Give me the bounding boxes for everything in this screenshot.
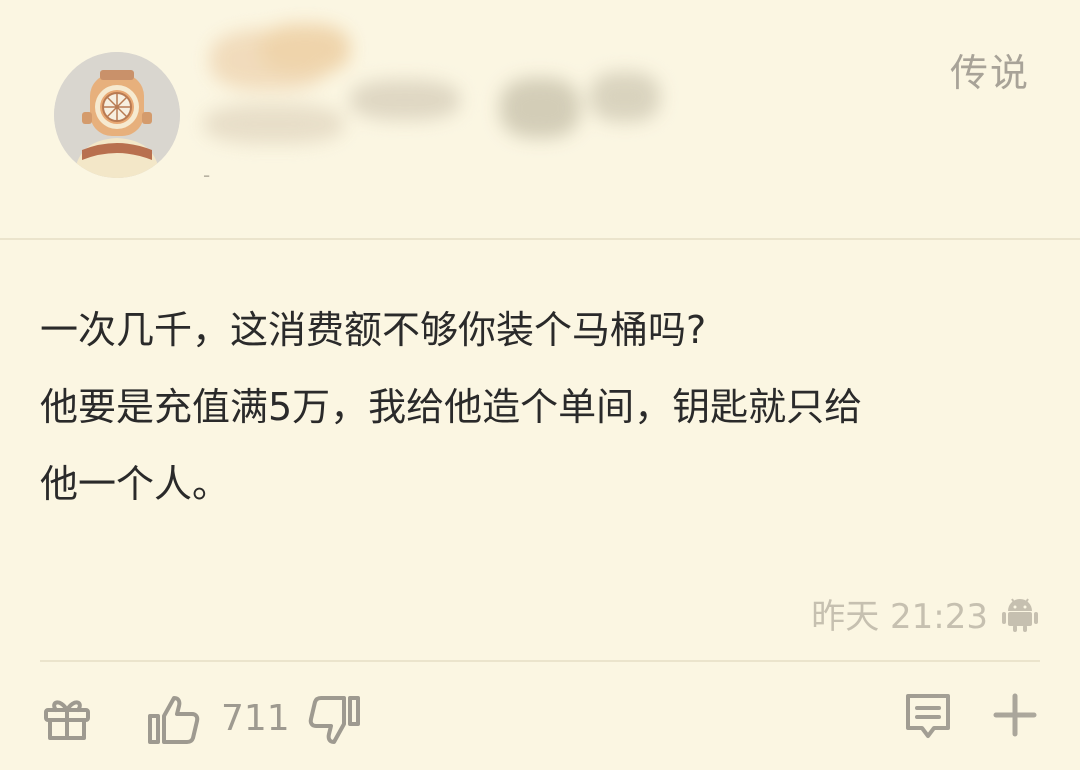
comment-line: 他一个人。 — [40, 462, 231, 506]
comment-card: - 传说 一次几千，这消费额不够你装个马桶吗? 他要是充值满5万，我给他造个单间… — [0, 0, 1080, 770]
reply-button[interactable] — [900, 690, 956, 746]
blurred-username — [200, 20, 700, 160]
level-line: - — [203, 163, 211, 187]
timestamp: 昨天 21:23 — [811, 596, 988, 637]
action-bar: 711 — [0, 672, 1080, 770]
gift-button[interactable] — [40, 692, 94, 746]
plus-icon — [993, 693, 1037, 737]
comment-line: 他要是充值满5万，我给他造个单间，钥匙就只给 — [40, 385, 863, 429]
like-count: 711 — [221, 698, 290, 739]
avatar[interactable] — [54, 52, 180, 178]
dislike-button[interactable] — [306, 692, 362, 748]
gift-icon — [44, 700, 90, 740]
android-icon — [1002, 598, 1038, 632]
more-button[interactable] — [990, 690, 1040, 740]
rank-badge: 传说 — [949, 51, 1030, 95]
diving-helmet-icon — [54, 52, 180, 178]
comment-line: 一次几千，这消费额不够你装个马桶吗? — [40, 308, 707, 352]
like-button[interactable] — [146, 692, 202, 748]
thumbs-up-icon — [148, 696, 200, 744]
header-divider — [0, 238, 1080, 240]
comment-header: - 传说 — [0, 0, 1080, 238]
thumbs-down-icon — [308, 696, 360, 744]
comment-meta: 昨天 21:23 — [811, 590, 1040, 637]
comment-body[interactable]: 一次几千，这消费额不够你装个马桶吗? 他要是充值满5万，我给他造个单间，钥匙就只… — [40, 292, 1040, 523]
action-divider — [40, 660, 1040, 662]
reply-icon — [906, 694, 950, 738]
